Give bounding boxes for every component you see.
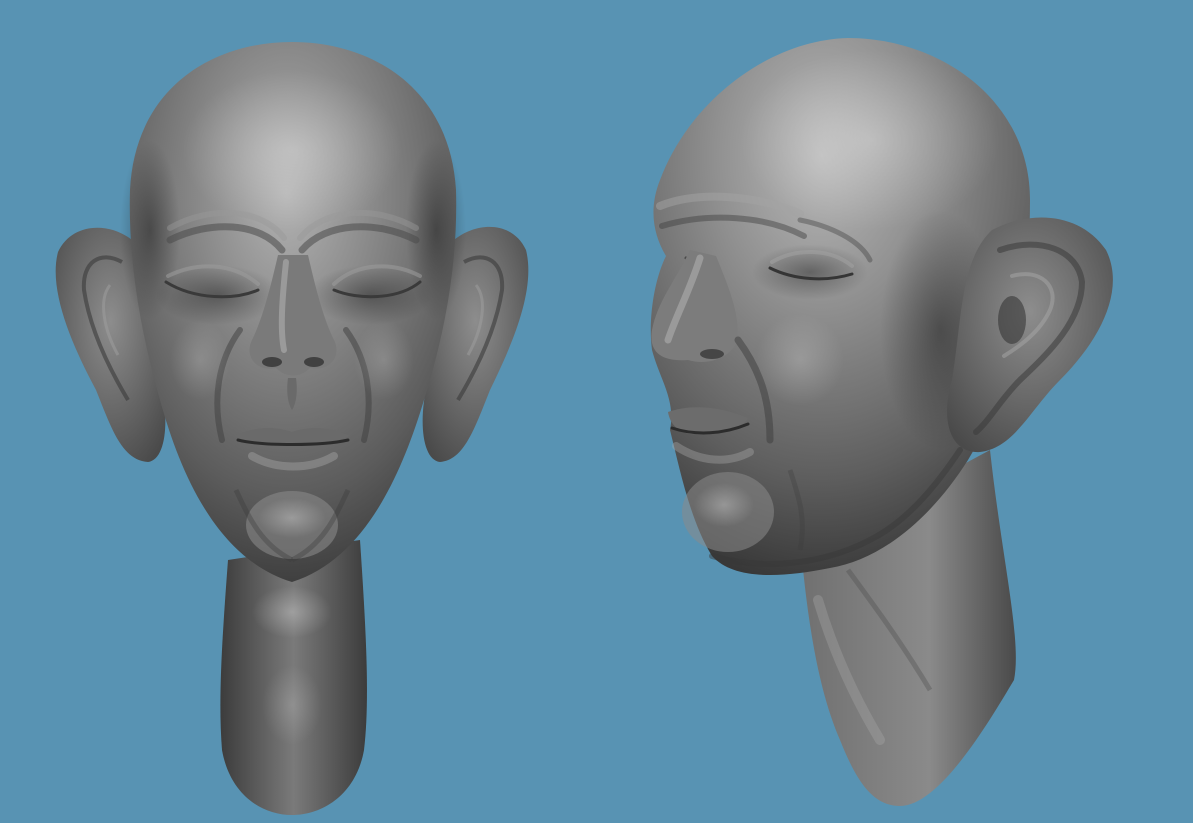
sculpt-viewport <box>0 0 1193 823</box>
viewport-canvas <box>0 0 1193 823</box>
